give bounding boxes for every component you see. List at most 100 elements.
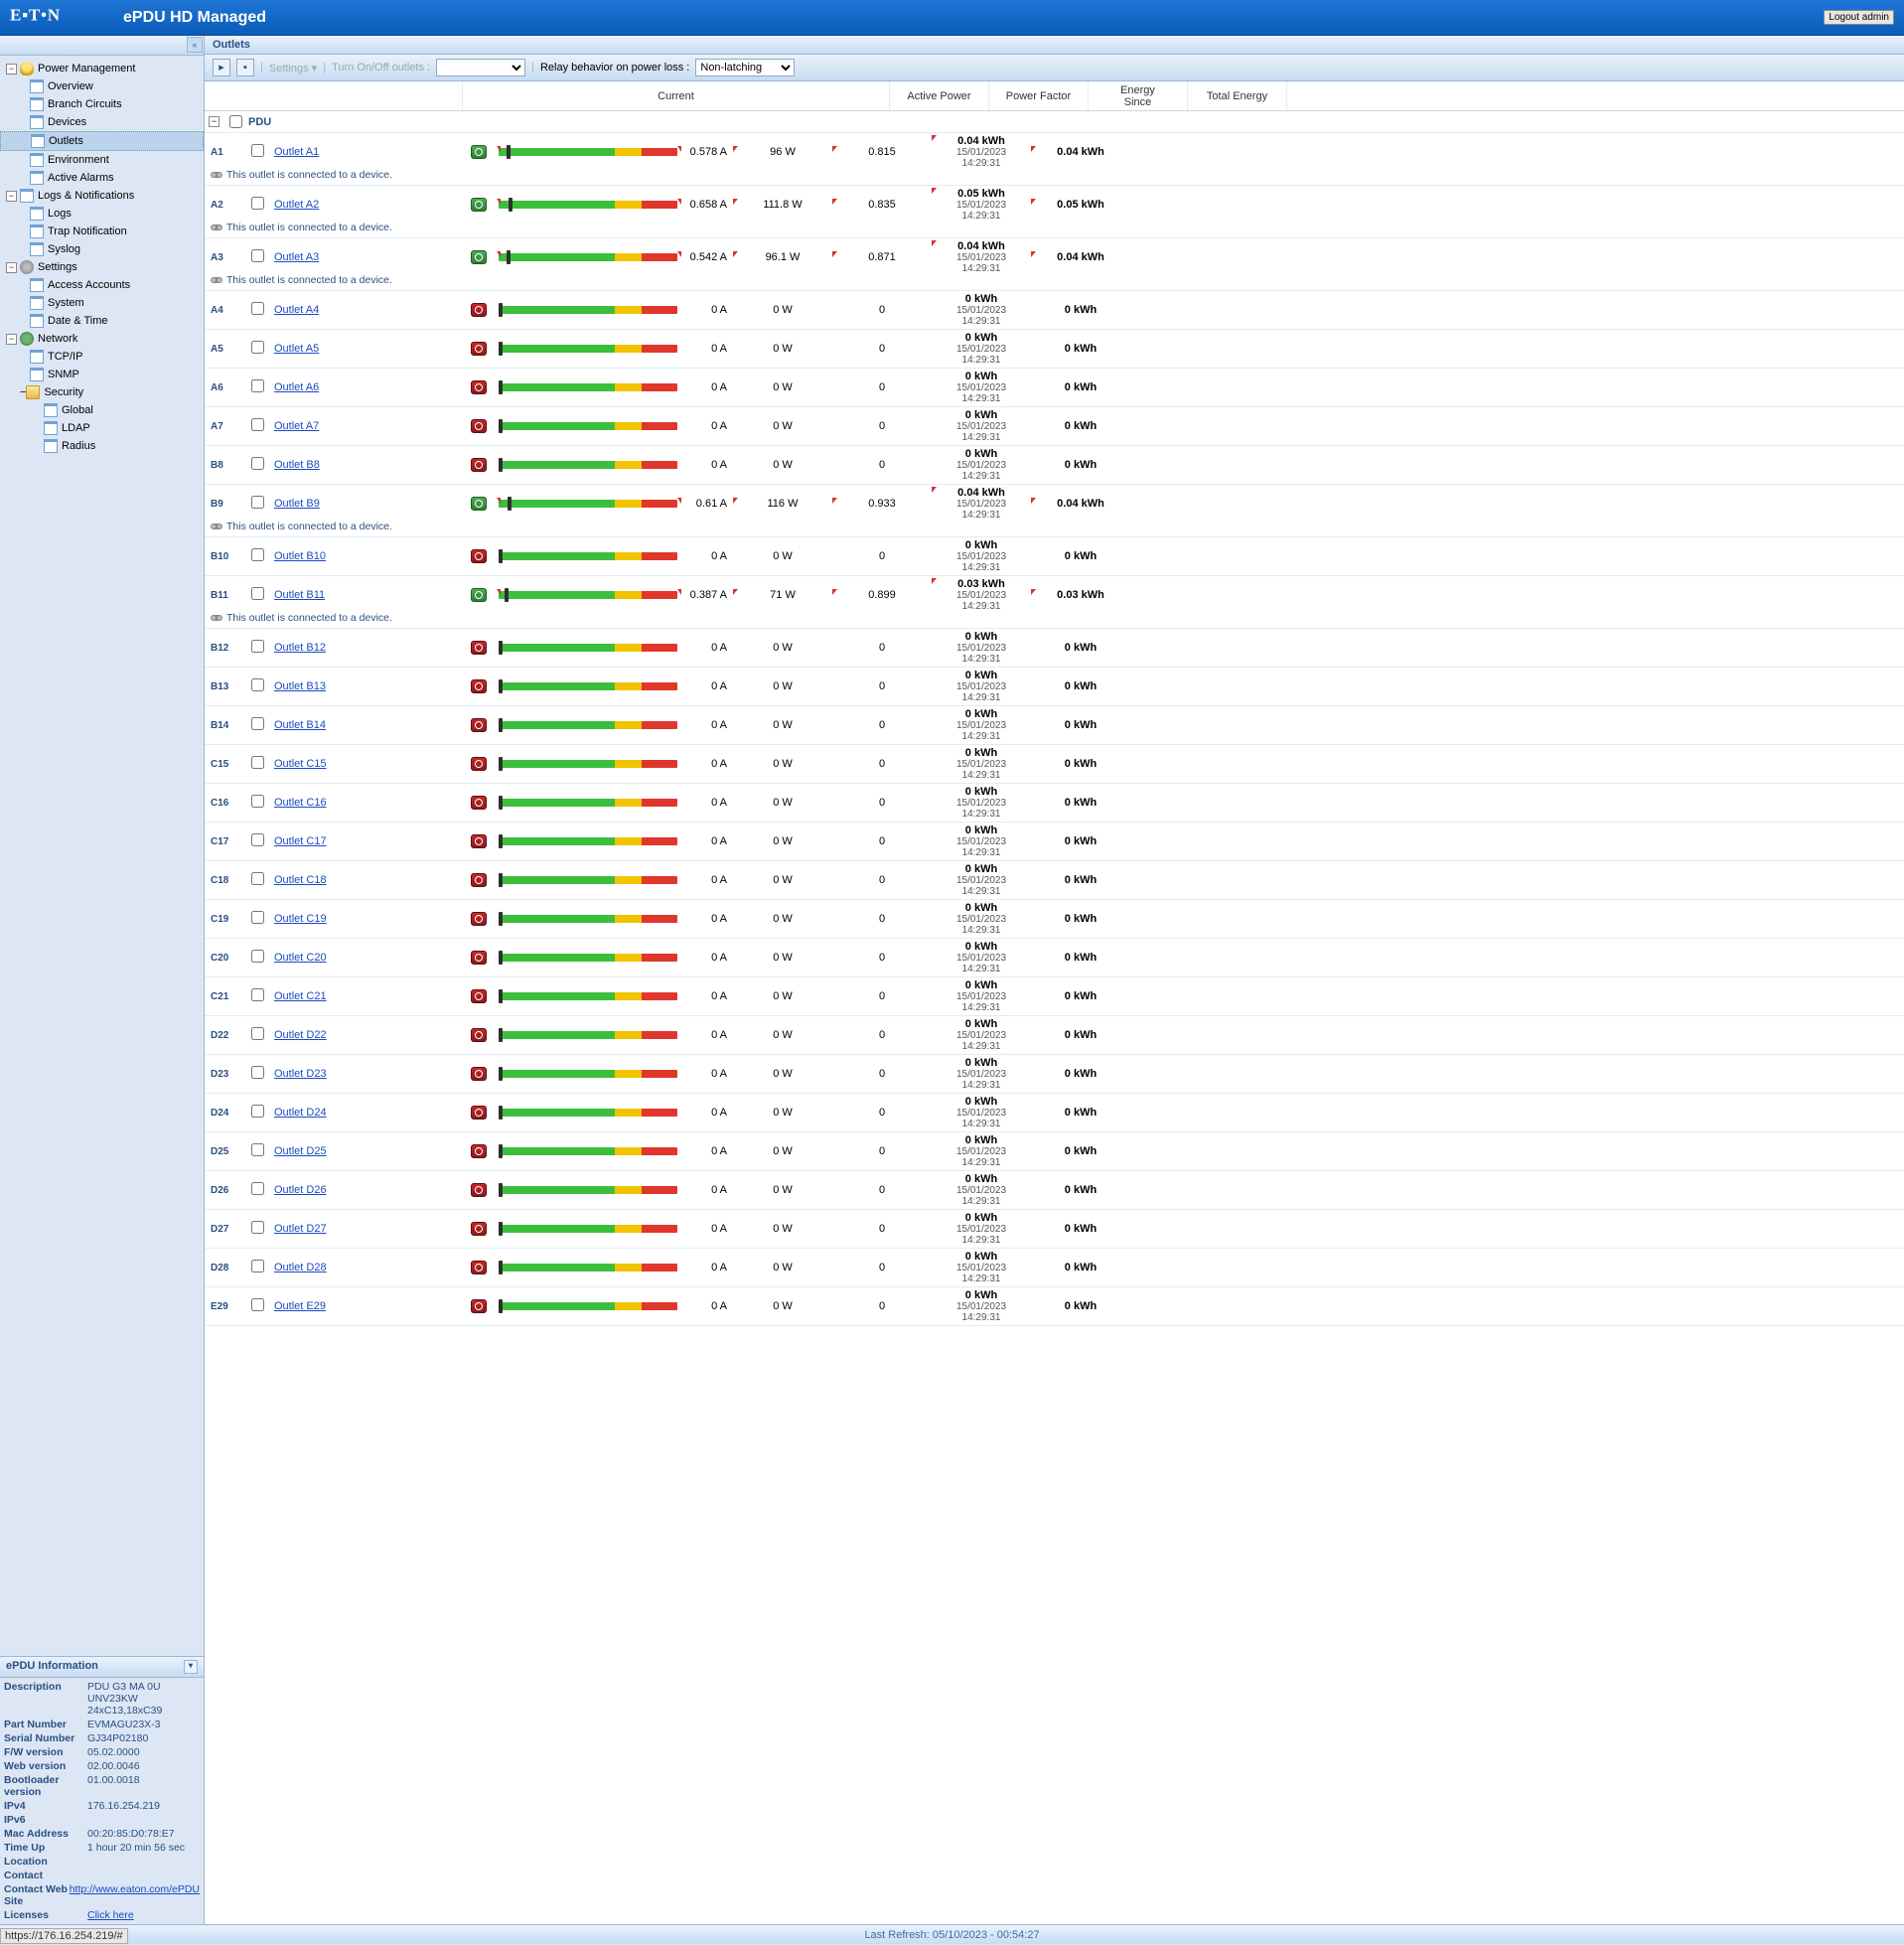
nav-item[interactable]: TCP/IP [0,348,204,366]
outlet-link[interactable]: Outlet D26 [274,1184,327,1196]
group-checkbox[interactable] [229,115,242,128]
outlet-link[interactable]: Outlet B8 [274,459,320,471]
outlet-off-icon[interactable] [471,1299,487,1313]
outlet-checkbox[interactable] [251,548,264,561]
info-link[interactable]: http://www.eaton.com/ePDU [70,1883,200,1895]
grid-body[interactable]: −PDU A1 Outlet A1 0.578 A 96 W 0.815 0.0… [205,111,1904,1924]
outlet-link[interactable]: Outlet A2 [274,199,319,211]
outlet-off-icon[interactable] [471,549,487,563]
outlet-link[interactable]: Outlet C21 [274,990,327,1002]
outlet-off-icon[interactable] [471,679,487,693]
outlet-link[interactable]: Outlet B11 [274,589,325,601]
nav-item[interactable]: Overview [0,77,204,95]
outlet-link[interactable]: Outlet C17 [274,835,327,847]
nav-group[interactable]: −Power Management [0,60,204,77]
settings-menu[interactable]: Settings ▾ [269,62,317,75]
outlet-checkbox[interactable] [251,795,264,808]
nav-subgroup[interactable]: −Security [0,383,204,401]
outlet-checkbox[interactable] [251,587,264,600]
outlet-link[interactable]: Outlet A1 [274,146,319,158]
outlet-link[interactable]: Outlet C19 [274,913,327,925]
col-energy-since[interactable]: EnergySince [1089,81,1188,110]
outlet-off-icon[interactable] [471,458,487,472]
outlet-link[interactable]: Outlet B12 [274,642,326,654]
outlet-checkbox[interactable] [251,756,264,769]
outlet-off-icon[interactable] [471,1144,487,1158]
outlet-on-icon[interactable] [471,497,487,511]
outlet-checkbox[interactable] [251,457,264,470]
group-toggle-icon[interactable]: − [209,116,220,127]
outlet-on-icon[interactable] [471,250,487,264]
outlet-checkbox[interactable] [251,640,264,653]
outlet-off-icon[interactable] [471,303,487,317]
outlet-off-icon[interactable] [471,796,487,810]
outlet-link[interactable]: Outlet D25 [274,1145,327,1157]
outlet-off-icon[interactable] [471,1222,487,1236]
outlet-off-icon[interactable] [471,757,487,771]
info-header[interactable]: ePDU Information ▾ [0,1657,204,1678]
outlet-off-icon[interactable] [471,718,487,732]
outlet-off-icon[interactable] [471,834,487,848]
outlet-link[interactable]: Outlet C15 [274,758,327,770]
outlet-checkbox[interactable] [251,341,264,354]
col-total-energy[interactable]: Total Energy [1188,81,1287,110]
relay-select[interactable]: Non-latching [695,59,795,76]
outlet-checkbox[interactable] [251,249,264,262]
outlet-link[interactable]: Outlet B10 [274,550,326,562]
outlet-off-icon[interactable] [471,912,487,926]
collapse-all-button[interactable]: ▪ [236,59,254,76]
outlet-link[interactable]: Outlet B9 [274,498,320,510]
outlet-checkbox[interactable] [251,678,264,691]
outlet-link[interactable]: Outlet C16 [274,797,327,809]
outlet-checkbox[interactable] [251,717,264,730]
outlet-checkbox[interactable] [251,496,264,509]
outlet-off-icon[interactable] [471,1067,487,1081]
outlet-link[interactable]: Outlet A4 [274,304,319,316]
outlet-checkbox[interactable] [251,1298,264,1311]
outlet-link[interactable]: Outlet E29 [274,1300,326,1312]
outlet-checkbox[interactable] [251,950,264,963]
nav-item[interactable]: SNMP [0,366,204,383]
nav-item[interactable]: Outlets [0,131,204,151]
outlet-off-icon[interactable] [471,380,487,394]
outlet-link[interactable]: Outlet D23 [274,1068,327,1080]
outlet-link[interactable]: Outlet B14 [274,719,326,731]
nav-item[interactable]: Radius [0,437,204,455]
col-power-factor[interactable]: Power Factor [989,81,1089,110]
pdu-group-row[interactable]: −PDU [205,111,1904,133]
outlet-checkbox[interactable] [251,833,264,846]
outlet-checkbox[interactable] [251,1182,264,1195]
outlet-link[interactable]: Outlet A7 [274,420,319,432]
tree-toggle-icon[interactable]: − [6,64,17,75]
outlet-off-icon[interactable] [471,989,487,1003]
outlet-off-icon[interactable] [471,1028,487,1042]
outlet-checkbox[interactable] [251,144,264,157]
nav-item[interactable]: Devices [0,113,204,131]
outlet-checkbox[interactable] [251,1260,264,1272]
nav-item[interactable]: Global [0,401,204,419]
outlet-link[interactable]: Outlet D28 [274,1262,327,1273]
outlet-checkbox[interactable] [251,1066,264,1079]
outlet-checkbox[interactable] [251,1105,264,1118]
info-toggle-icon[interactable]: ▾ [184,1660,198,1674]
outlet-checkbox[interactable] [251,418,264,431]
outlet-off-icon[interactable] [471,951,487,965]
tree-toggle-icon[interactable]: − [6,334,17,345]
nav-group[interactable]: −Network [0,330,204,348]
outlet-on-icon[interactable] [471,588,487,602]
outlet-link[interactable]: Outlet A5 [274,343,319,355]
outlet-checkbox[interactable] [251,1221,264,1234]
tree-toggle-icon[interactable]: − [6,191,17,202]
nav-item[interactable]: Access Accounts [0,276,204,294]
outlet-checkbox[interactable] [251,197,264,210]
nav-item[interactable]: System [0,294,204,312]
nav-item[interactable]: Trap Notification [0,223,204,240]
outlet-checkbox[interactable] [251,1143,264,1156]
tree-toggle-icon[interactable]: − [6,262,17,273]
outlet-link[interactable]: Outlet D27 [274,1223,327,1235]
outlet-checkbox[interactable] [251,988,264,1001]
outlet-link[interactable]: Outlet B13 [274,680,326,692]
nav-item[interactable]: Date & Time [0,312,204,330]
nav-group[interactable]: −Logs & Notifications [0,187,204,205]
expand-all-button[interactable]: ▸ [213,59,230,76]
